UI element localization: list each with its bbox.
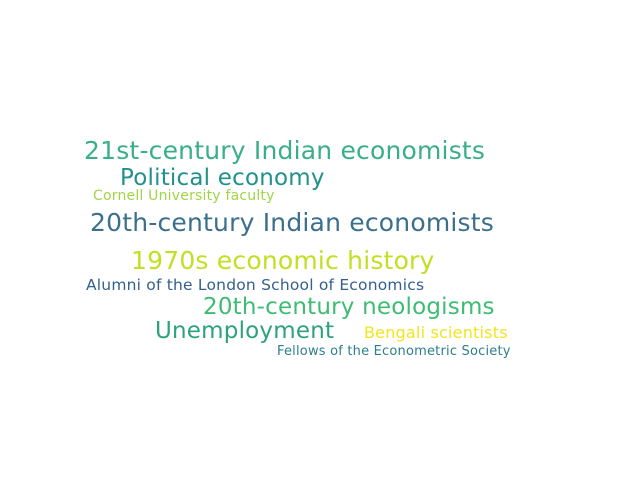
word-21st-century-indian-economists: 21st-century Indian economists [84,136,486,165]
word-cloud: 21st-century Indian economists Political… [0,0,640,480]
word-20th-century-indian-economists: 20th-century Indian economists [90,208,494,237]
word-unemployment: Unemployment [155,318,335,344]
word-20th-century-neologisms: 20th-century neologisms [203,294,495,320]
word-fellows-econometric-society: Fellows of the Econometric Society [277,344,511,359]
word-bengali-scientists: Bengali scientists [364,323,508,342]
word-cornell-university-faculty: Cornell University faculty [93,188,275,204]
word-alumni-london-school-of-economics: Alumni of the London School of Economics [86,276,425,294]
word-political-economy: Political economy [120,165,325,191]
word-1970s-economic-history: 1970s economic history [131,246,435,275]
